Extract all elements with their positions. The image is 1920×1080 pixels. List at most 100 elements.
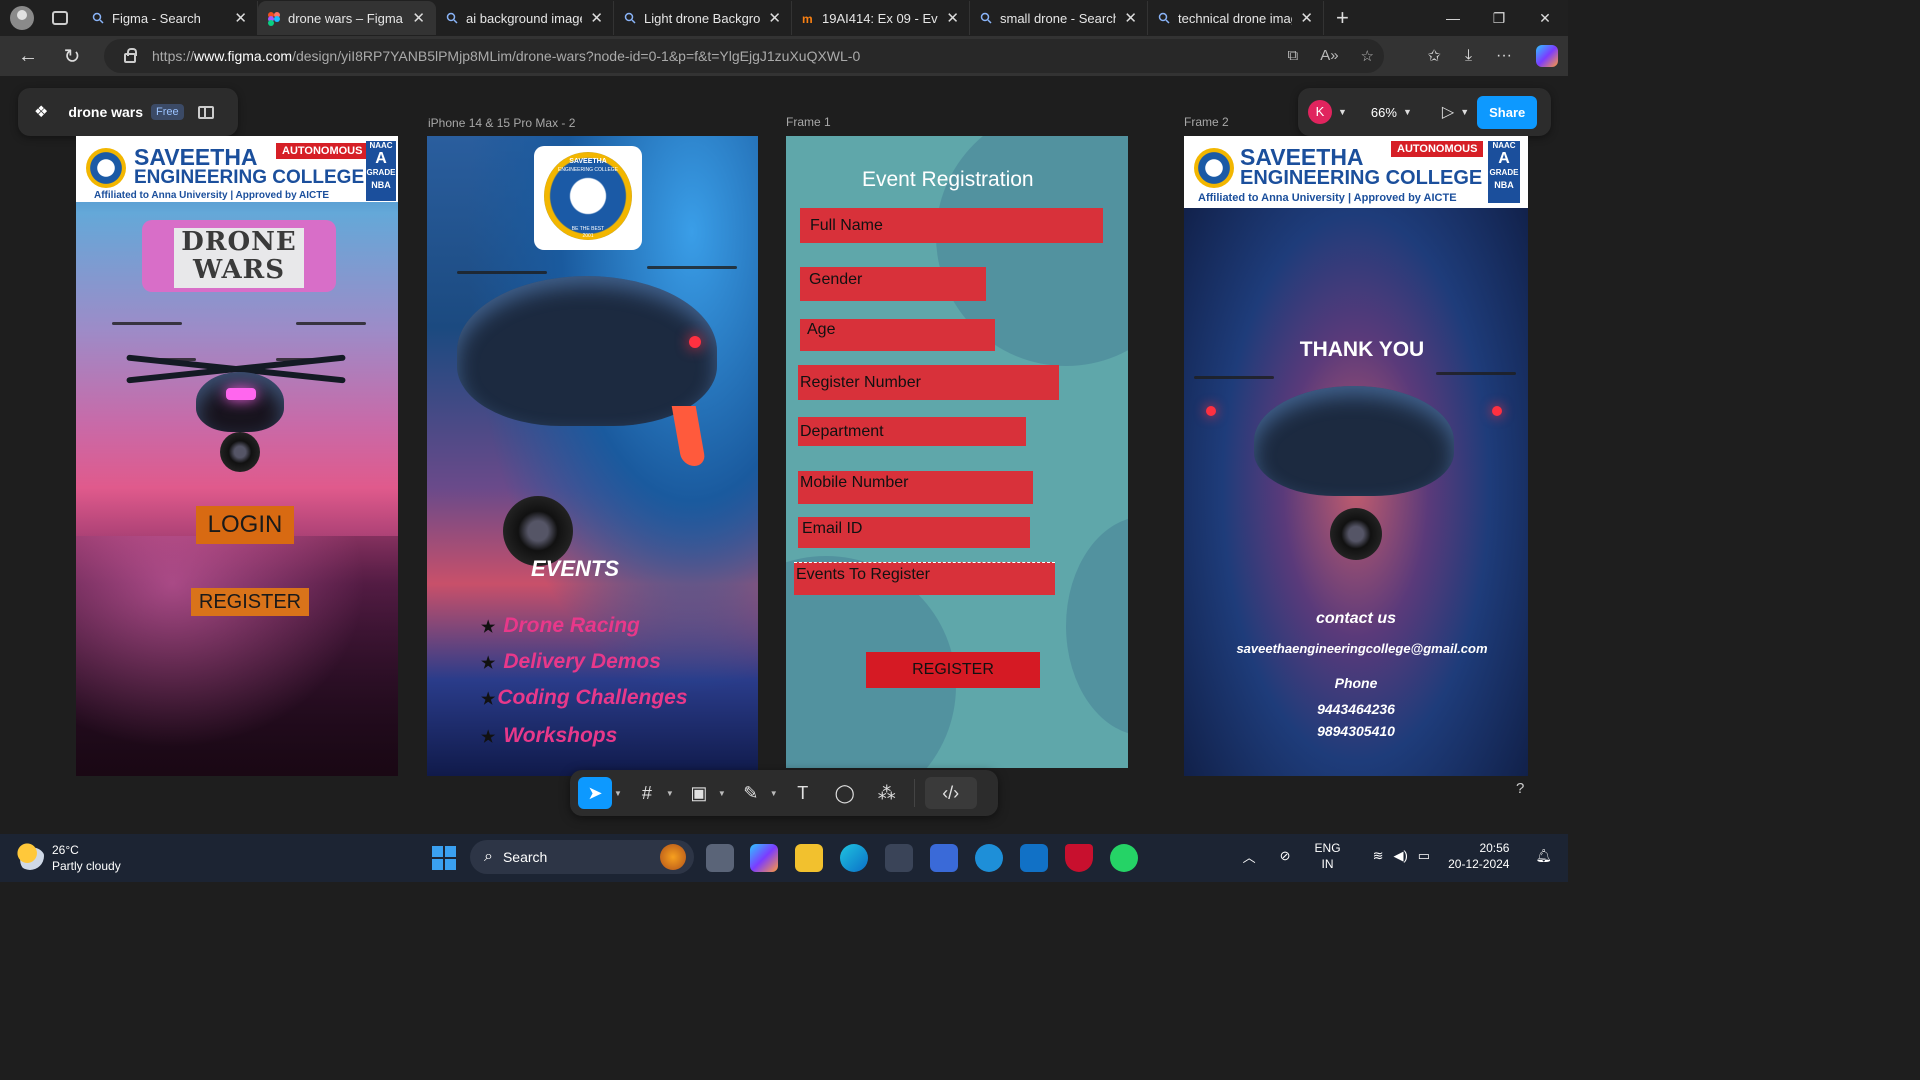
network-off-icon[interactable]: ⊘	[1280, 848, 1291, 864]
age-field[interactable]: Age	[800, 319, 995, 351]
copilot-app-icon[interactable]	[750, 844, 778, 872]
frame-label[interactable]: iPhone 14 & 15 Pro Max - 2	[428, 116, 575, 130]
address-bar[interactable]: https://www.figma.com/design/yiI8RP7YANB…	[104, 39, 1384, 73]
new-tab-button[interactable]: +	[1336, 5, 1349, 31]
submit-register-button[interactable]: REGISTER	[866, 652, 1040, 688]
tab-actions-icon[interactable]	[52, 11, 68, 25]
chevron-down-icon[interactable]: ▼	[1460, 107, 1469, 117]
frame-label[interactable]: Frame 1	[786, 115, 831, 129]
thank-you-frame[interactable]: SAVEETHA ENGINEERING COLLEGE Affiliated …	[1184, 136, 1528, 776]
weather-widget[interactable]: 26°C Partly cloudy	[16, 842, 121, 874]
language-indicator[interactable]: ENG IN	[1315, 840, 1341, 872]
chevron-down-icon[interactable]: ▼	[1403, 107, 1412, 117]
avatar[interactable]: K	[1308, 100, 1332, 124]
star-icon: ★	[481, 729, 496, 746]
minimize-button[interactable]: —	[1430, 10, 1476, 26]
copilot-icon[interactable]	[1536, 45, 1558, 67]
clock[interactable]: 20:56 20-12-2024	[1448, 840, 1509, 872]
system-tray: ︿ ⊘ ENG IN ≋ ◀) ▭ 20:56 20-12-2024 🔔︎	[1233, 840, 1552, 872]
college-logo: SAVEETHA ENGINEERING COLLEGE BE THE BEST…	[534, 146, 642, 250]
department-field[interactable]: Department	[798, 417, 1026, 446]
drone-wars-title: DRONE WARS	[174, 228, 304, 288]
help-app-icon[interactable]	[975, 844, 1003, 872]
read-aloud-icon[interactable]: A»	[1320, 47, 1338, 65]
maximize-button[interactable]: ❐	[1476, 10, 1522, 27]
task-view-icon[interactable]	[706, 844, 734, 872]
pen-tool-icon[interactable]: ✎	[734, 777, 768, 809]
gender-field[interactable]: Gender	[800, 267, 986, 301]
store-icon[interactable]	[885, 844, 913, 872]
close-window-button[interactable]: ✕	[1522, 10, 1568, 27]
college-banner: SAVEETHA ENGINEERING COLLEGE Affiliated …	[1184, 136, 1528, 208]
taskbar-search[interactable]: ⌕ Search	[470, 840, 694, 874]
close-icon[interactable]: ✕	[234, 9, 247, 27]
myhp-icon[interactable]	[930, 844, 958, 872]
close-icon[interactable]: ✕	[1300, 9, 1313, 27]
browser-tab[interactable]: Figma - Search ✕	[82, 1, 258, 35]
login-frame[interactable]: SAVEETHA ENGINEERING COLLEGE Affiliated …	[76, 136, 398, 776]
comment-tool-icon[interactable]: ◯	[828, 777, 862, 809]
full-name-field[interactable]: Full Name	[800, 208, 1103, 243]
close-icon[interactable]: ✕	[412, 9, 425, 27]
zoom-level[interactable]: 66%	[1371, 105, 1397, 120]
favorite-star-icon[interactable]: ☆	[1361, 47, 1374, 65]
notification-bell-icon[interactable]: 🔔︎	[1535, 848, 1552, 864]
close-icon[interactable]: ✕	[946, 9, 959, 27]
chevron-down-icon[interactable]: ▼	[1338, 107, 1347, 117]
toggle-sidebar-icon[interactable]	[197, 105, 214, 119]
browser-tab-active[interactable]: drone wars – Figma ✕	[258, 1, 436, 35]
chevron-down-icon[interactable]: ▼	[614, 789, 622, 798]
events-to-register-field[interactable]: Events To Register	[794, 562, 1055, 595]
chevron-down-icon[interactable]: ▼	[718, 789, 726, 798]
whatsapp-icon[interactable]	[1110, 844, 1138, 872]
register-number-field[interactable]: Register Number	[798, 365, 1059, 400]
events-frame[interactable]: SAVEETHA ENGINEERING COLLEGE BE THE BEST…	[427, 136, 758, 776]
mobile-number-field[interactable]: Mobile Number	[798, 471, 1033, 504]
refresh-button[interactable]: ↻	[50, 44, 94, 69]
register-button[interactable]: REGISTER	[191, 588, 309, 616]
actions-tool-icon[interactable]: ⁂	[870, 777, 904, 809]
dev-mode-icon[interactable]: ‹/›	[924, 777, 977, 809]
close-icon[interactable]: ✕	[1124, 9, 1137, 27]
plan-badge[interactable]: Free	[151, 104, 184, 120]
download-icon[interactable]: ⤓	[1465, 47, 1472, 65]
browser-tab[interactable]: ai background image ✕	[436, 1, 614, 35]
app-available-icon[interactable]: ⧉	[1287, 47, 1298, 65]
volume-icon[interactable]: ◀)	[1393, 848, 1407, 864]
browser-tab[interactable]: technical drone imag ✕	[1148, 1, 1324, 35]
present-play-icon[interactable]: ▷	[1442, 102, 1454, 122]
browser-tab[interactable]: m 19AI414: Ex 09 - Even ✕	[792, 1, 970, 35]
email-field[interactable]: Email ID	[798, 517, 1030, 548]
image-tool-icon[interactable]: ▣	[682, 777, 716, 809]
close-icon[interactable]: ✕	[768, 9, 781, 27]
share-button[interactable]: Share	[1477, 95, 1538, 129]
battery-icon[interactable]: ▭	[1418, 848, 1430, 864]
help-button[interactable]: ?	[1516, 780, 1524, 797]
wifi-icon[interactable]: ≋	[1373, 848, 1384, 864]
search-icon: ⌕	[484, 848, 493, 865]
start-button[interactable]	[432, 846, 456, 870]
back-button[interactable]: ←	[6, 45, 50, 68]
chevron-down-icon[interactable]: ▼	[666, 789, 674, 798]
registration-frame[interactable]: Event Registration Full Name Gender Age …	[786, 136, 1128, 768]
more-menu-icon[interactable]: ···	[1496, 47, 1512, 65]
frame-tool-icon[interactable]: #	[630, 777, 664, 809]
mcafee-icon[interactable]	[1065, 844, 1093, 872]
chevron-down-icon[interactable]: ▼	[770, 789, 778, 798]
outlook-icon[interactable]	[1020, 844, 1048, 872]
favorites-icon[interactable]: ✩	[1428, 46, 1441, 66]
profile-icon[interactable]	[10, 6, 34, 30]
text-tool-icon[interactable]: T	[786, 777, 820, 809]
login-button[interactable]: LOGIN	[196, 506, 294, 544]
browser-tab[interactable]: Light drone Backgrou ✕	[614, 1, 792, 35]
browser-tab[interactable]: small drone - Search ✕	[970, 1, 1148, 35]
frame-label[interactable]: Frame 2	[1184, 115, 1229, 129]
file-name[interactable]: drone wars	[68, 104, 143, 120]
chevron-up-icon[interactable]: ︿	[1243, 847, 1256, 866]
move-tool-icon[interactable]: ➤	[578, 777, 612, 809]
file-explorer-icon[interactable]	[795, 844, 823, 872]
search-icon	[1158, 12, 1170, 24]
edge-browser-icon[interactable]	[840, 844, 868, 872]
close-icon[interactable]: ✕	[590, 9, 603, 27]
figma-menu-icon[interactable]: ❖	[34, 102, 48, 122]
